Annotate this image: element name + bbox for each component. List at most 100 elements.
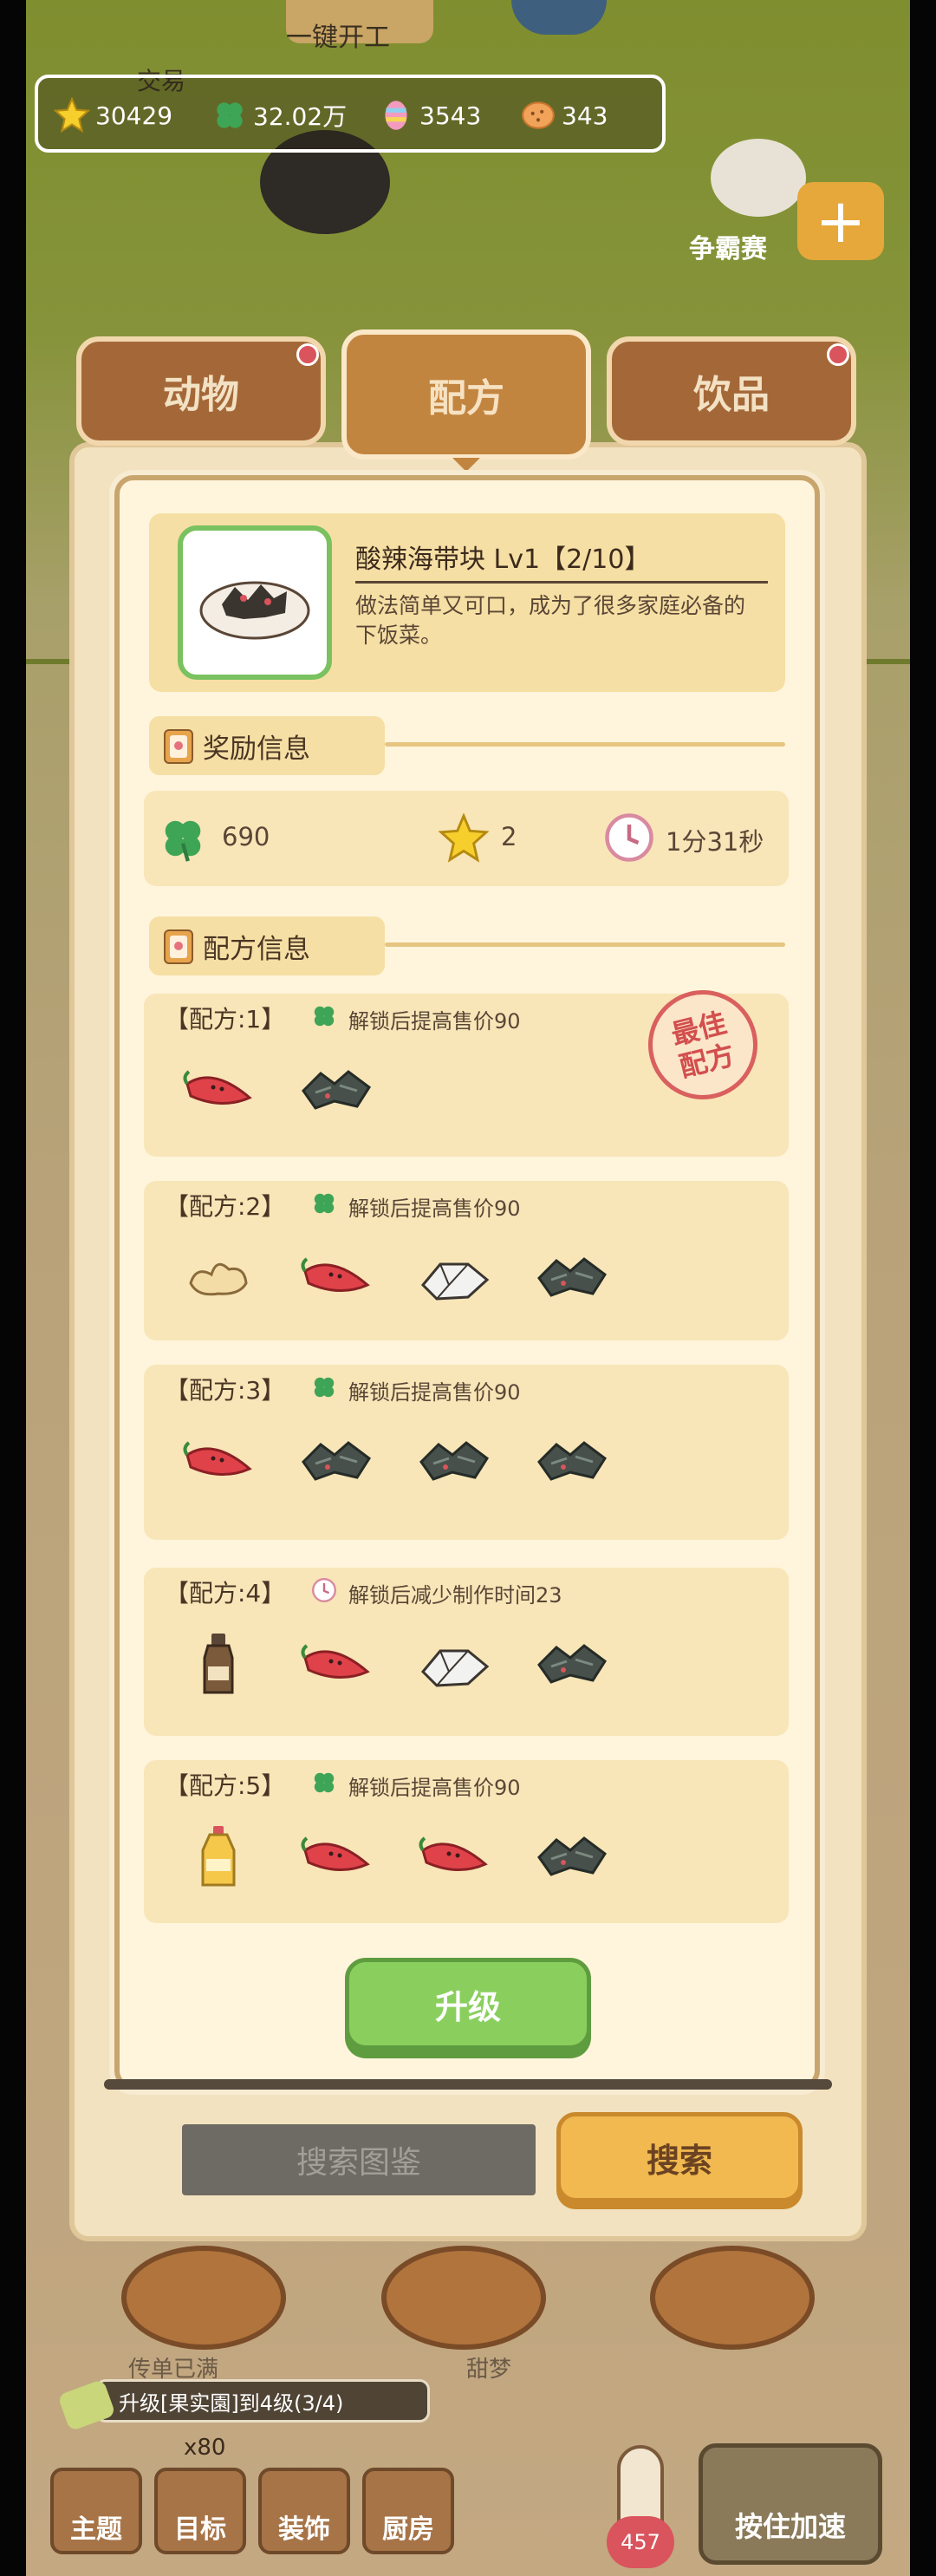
seaweed-icon (296, 1429, 376, 1495)
tofu-icon (414, 1245, 494, 1311)
clock-icon (605, 813, 653, 862)
seaweed-icon (532, 1824, 612, 1890)
clover-icon (310, 1002, 338, 1034)
tab-label: 动物 (163, 373, 239, 417)
search-button[interactable]: 搜索 (556, 2112, 803, 2202)
dish-description: 做法简单又可口，成为了很多家庭必备的下饭菜。 (355, 593, 746, 648)
reward-section-label: 奖励信息 (149, 716, 385, 775)
currency-bar: 30429 32.02万 3543 343 (35, 75, 666, 153)
soy-sauce-icon (179, 1632, 258, 1698)
donut-icon (121, 2246, 286, 2350)
oil-icon (179, 1824, 258, 1890)
recipe-bonus-note: 解锁后减少制作时间23 (348, 1583, 562, 1608)
nav-decor[interactable]: 装饰 (258, 2468, 350, 2554)
chili-icon (296, 1824, 376, 1890)
dish-title: 酸辣海带块 Lv1【2/10】 (355, 545, 651, 575)
nav-kitchen[interactable]: 厨房 (362, 2468, 454, 2554)
section-divider (385, 942, 785, 947)
seaweed-icon (532, 1632, 612, 1698)
nav-label: 装饰 (278, 2514, 330, 2545)
cookie-currency: 343 (520, 95, 608, 135)
candy-currency: 3543 (378, 95, 481, 135)
chili-icon (296, 1632, 376, 1698)
chili-icon (179, 1429, 258, 1495)
seaweed-icon (296, 1058, 376, 1124)
clover-icon (310, 1769, 338, 1800)
donut-icon (650, 2246, 815, 2350)
task-bar[interactable]: 升级[果实園]到4级(3/4) (95, 2379, 430, 2423)
currency-value: 30429 (95, 101, 173, 130)
section-divider (385, 742, 785, 747)
recipe-bonus-note: 解锁后提高售价90 (348, 1380, 521, 1405)
nav-goals[interactable]: 目标 (154, 2468, 246, 2554)
star-icon (54, 97, 90, 134)
nav-theme[interactable]: 主题 (50, 2468, 142, 2554)
chili-icon (296, 1245, 376, 1311)
add-icon[interactable]: + (797, 182, 884, 260)
recipe-bonus-note: 解锁后提高售价90 (348, 1776, 521, 1800)
currency-value: 32.02万 (253, 102, 348, 131)
seaweed-icon (414, 1429, 494, 1495)
star-currency: 30429 (54, 95, 172, 135)
chili-icon (414, 1824, 494, 1890)
clock-icon (310, 1576, 338, 1608)
shop-label: 传单已满 (128, 2357, 219, 2383)
search-input[interactable]: 搜索图鉴 (182, 2124, 536, 2195)
tab-animals[interactable]: 动物 (76, 336, 326, 446)
chili-icon (179, 1058, 258, 1124)
recipe-title: 【配方:3】 (165, 1376, 286, 1405)
cookie-icon (522, 101, 555, 129)
nav-label: 主题 (70, 2514, 122, 2545)
recipe-title: 【配方:4】 (165, 1579, 286, 1608)
one-click-start-label[interactable]: 一键开工 (286, 16, 390, 54)
hold-to-speed-button[interactable]: 按住加速 (699, 2443, 882, 2565)
recipe-title: 【配方:2】 (165, 1192, 286, 1221)
donut-icon (381, 2246, 546, 2350)
seaweed-dish-icon (199, 581, 310, 640)
recipe-title: 【配方:1】 (165, 1005, 286, 1034)
tab-recipes[interactable]: 配方 (341, 329, 591, 460)
temperature-value: 457 (607, 2516, 674, 2568)
nav-label: 目标 (174, 2514, 226, 2545)
tab-drinks[interactable]: 饮品 (607, 336, 856, 446)
clover-icon (310, 1373, 338, 1405)
tab-label: 饮品 (693, 373, 770, 417)
section-title: 配方信息 (203, 933, 310, 965)
reward-time-value: 1分31秒 (666, 827, 764, 857)
seaweed-icon (532, 1429, 612, 1495)
skull-icon (711, 139, 806, 217)
upgrade-button[interactable]: 升级 (345, 1958, 591, 2050)
nav-label: 厨房 (382, 2514, 434, 2545)
clipboard-icon (164, 729, 193, 764)
tab-pointer (452, 458, 480, 472)
panel-shelf (104, 2079, 832, 2090)
task-count: x80 (184, 2435, 226, 2461)
notification-dot (296, 343, 319, 366)
clover-icon (165, 820, 201, 862)
ginger-icon (179, 1245, 258, 1311)
candy-icon (385, 101, 407, 130)
title-divider (355, 581, 768, 584)
clover-currency: 32.02万 (211, 95, 347, 135)
recipe-bonus-note: 解锁后提高售价90 (348, 1197, 521, 1221)
reward-clover-value: 690 (222, 822, 270, 851)
tab-label: 配方 (428, 376, 504, 421)
dish-image (178, 525, 332, 680)
currency-value: 3543 (419, 101, 482, 130)
recipe-title: 【配方:5】 (165, 1771, 286, 1800)
seaweed-icon (532, 1245, 612, 1311)
recipe-bonus-note: 解锁后提高售价90 (348, 1009, 521, 1034)
reward-star-value: 2 (501, 822, 517, 851)
star-icon (439, 813, 489, 863)
notification-dot (827, 343, 849, 366)
contest-label[interactable]: 争霸赛 (689, 227, 767, 265)
shop-label: 甜梦 (466, 2357, 512, 2383)
recipe-section-label: 配方信息 (149, 916, 385, 975)
clover-icon (310, 1190, 338, 1221)
clover-icon (217, 102, 243, 128)
speed-label: 按住加速 (734, 2510, 846, 2543)
section-title: 奖励信息 (203, 733, 310, 765)
currency-value: 343 (562, 101, 608, 130)
clipboard-icon (164, 929, 193, 964)
tofu-icon (414, 1632, 494, 1698)
